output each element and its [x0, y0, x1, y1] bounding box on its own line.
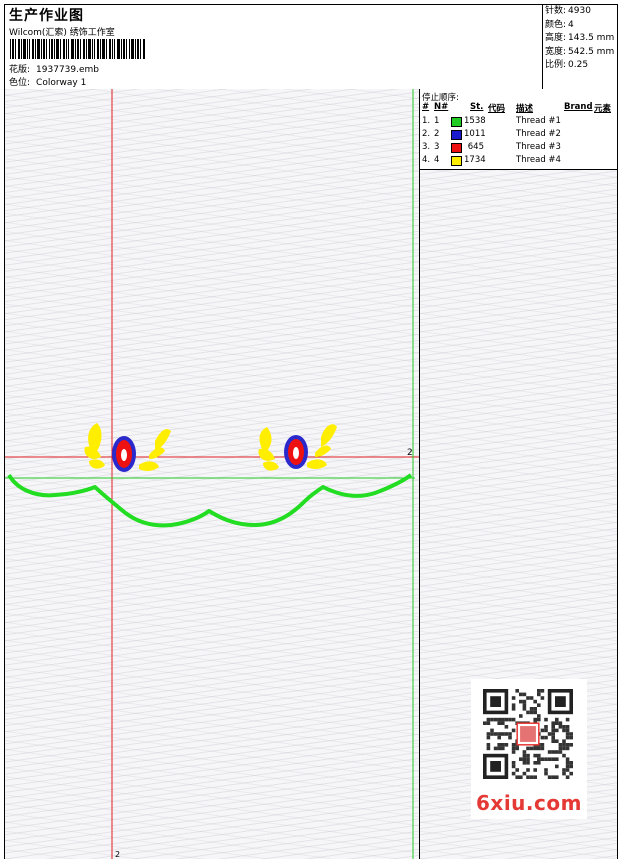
- design-label: 花版:: [9, 65, 31, 75]
- watermark-logo: 6xiu.com: [476, 791, 582, 815]
- thread-stitches: 1538: [464, 116, 486, 126]
- studio-name: Wilcom(汇索) 绣饰工作室: [9, 28, 115, 38]
- design-info: 花版: 1937739.emb: [9, 62, 99, 75]
- marker-bottom: 2: [115, 850, 120, 859]
- thread-desc: Thread #3: [516, 142, 561, 152]
- thread-row: 4. 4 1734 Thread #4: [420, 155, 617, 167]
- colorway-label: 色位:: [9, 78, 31, 88]
- design-stats: 针数: 4930 颜色: 4 高度: 143.5 mm 宽度: 542.5 mm 比例:…: [542, 5, 618, 89]
- col-brand: Brand: [564, 102, 593, 112]
- left-flower-motif: [84, 423, 171, 472]
- thread-number: 1: [434, 116, 440, 126]
- col-desc: 描述: [516, 104, 534, 114]
- stat-stitches: 针数: 4930: [545, 6, 591, 16]
- embroidery-preview: 2 2: [5, 89, 419, 859]
- thread-number: 3: [434, 142, 440, 152]
- production-sheet: 生产作业图 Wilcom(汇索) 绣饰工作室 花版: 1937739.emb 色…: [4, 4, 618, 859]
- col-stitches: St.: [470, 102, 484, 112]
- stop-sequence-table: 停止顺序: # N# St. 代码 描述 Brand 元素 1. 1 1538 Thr…: [420, 89, 617, 170]
- thread-number: 2: [434, 129, 440, 139]
- design-canvas: 2 2: [5, 89, 420, 859]
- thread-index: 3.: [422, 142, 431, 152]
- thread-row: 2. 2 1011 Thread #2: [420, 129, 617, 141]
- thread-index: 1.: [422, 116, 431, 126]
- page-title: 生产作业图: [9, 8, 84, 24]
- col-element: 元素: [594, 104, 612, 114]
- col-code: 代码: [488, 104, 506, 114]
- stat-width: 宽度: 542.5 mm: [545, 46, 615, 57]
- marker-right: 2: [407, 448, 413, 458]
- thread-row: 3. 3 645 Thread #3: [420, 142, 617, 154]
- green-scallop-border: [7, 473, 413, 528]
- col-hash: #: [422, 102, 430, 112]
- colorway-info: 色位: Colorway 1: [9, 75, 86, 88]
- stat-scale: 比例: 0.25: [545, 60, 589, 70]
- thread-stitches: 1011: [464, 129, 486, 139]
- color-swatch: [451, 143, 462, 153]
- thread-stitches: 645: [467, 142, 484, 152]
- right-flower-motif: [258, 424, 337, 471]
- thread-index: 4.: [422, 155, 431, 165]
- colorway-value: Colorway 1: [36, 78, 87, 88]
- thread-row: 1. 1 1538 Thread #1: [420, 116, 617, 128]
- color-swatch: [451, 130, 462, 140]
- thread-desc: Thread #4: [516, 155, 561, 165]
- stat-height: 高度: 143.5 mm: [545, 33, 615, 43]
- stat-colors: 颜色: 4: [545, 19, 574, 30]
- barcode: [10, 39, 145, 59]
- thread-number: 4: [434, 155, 440, 165]
- thread-desc: Thread #2: [516, 129, 561, 139]
- design-file: 1937739.emb: [36, 65, 100, 75]
- thread-desc: Thread #1: [516, 116, 561, 126]
- color-swatch: [451, 156, 462, 166]
- thread-table-header: # N# St. 代码 描述 Brand 元素: [420, 102, 617, 114]
- thread-stitches: 1734: [464, 155, 486, 165]
- col-n: N#: [434, 102, 449, 112]
- color-swatch: [451, 117, 462, 127]
- header: 生产作业图 Wilcom(汇索) 绣饰工作室 花版: 1937739.emb 色…: [5, 5, 617, 90]
- qr-code-icon: [483, 689, 573, 779]
- thread-index: 2.: [422, 129, 431, 139]
